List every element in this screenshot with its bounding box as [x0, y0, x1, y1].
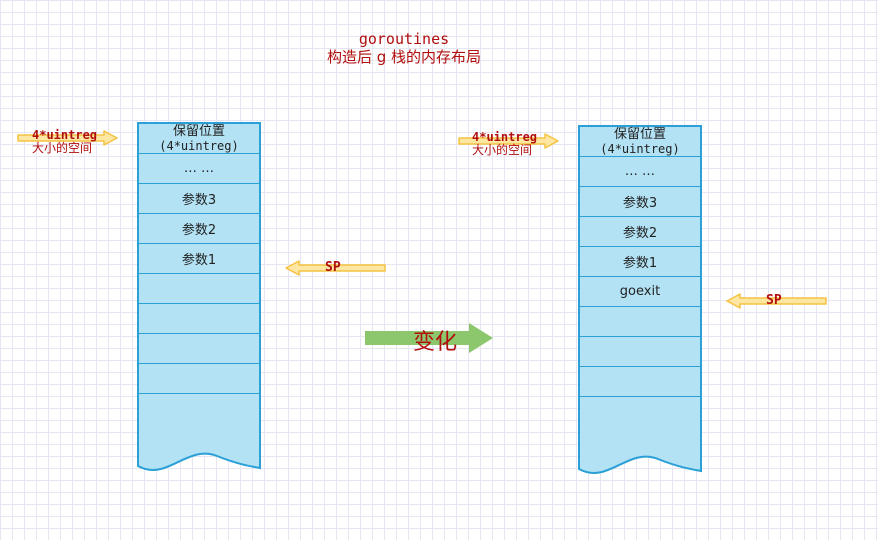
right-reserve-label: 4*uintreg 大小的空间	[472, 131, 537, 157]
diagram-title: goroutines 构造后 g 栈的内存布局	[0, 30, 808, 66]
left-stack-cell: 参数1	[139, 244, 259, 274]
left-stack: 保留位置 (4*uintreg) … … 参数3 参数2 参数1	[137, 122, 261, 471]
left-reserved-line1: 保留位置	[172, 123, 225, 139]
right-sp-label: SP	[766, 293, 782, 308]
right-reserve-label-line2: 大小的空间	[472, 143, 533, 157]
left-stack-cell	[139, 274, 259, 304]
left-reserve-label: 4*uintreg 大小的空间	[32, 129, 97, 155]
left-sp-label: SP	[325, 260, 341, 275]
title-line-2: 构造后 g 栈的内存布局	[326, 48, 482, 66]
right-stack-cell: 参数3	[580, 187, 700, 217]
right-stack-cell: goexit	[580, 277, 700, 307]
right-stack-cell	[580, 367, 700, 397]
left-stack-cell	[139, 334, 259, 364]
right-reserved-line2: (4*uintreg)	[600, 141, 680, 156]
left-reserve-label-line2: 大小的空间	[32, 141, 93, 155]
right-reserved-line1: 保留位置	[613, 126, 666, 142]
left-reserved-line2: (4*uintreg)	[159, 138, 239, 153]
left-stack-cell: 参数2	[139, 214, 259, 244]
right-stack: 保留位置 (4*uintreg) … … 参数3 参数2 参数1 goexit	[578, 125, 702, 474]
right-stack-cell: … …	[580, 157, 700, 187]
right-stack-cell	[580, 337, 700, 367]
right-stack-wavy-bottom	[578, 397, 702, 474]
left-stack-cell: 参数3	[139, 184, 259, 214]
left-stack-cell: … …	[139, 154, 259, 184]
right-stack-cell: 参数1	[580, 247, 700, 277]
left-stack-cell	[139, 364, 259, 394]
title-line-1: goroutines	[358, 30, 450, 48]
left-stack-wavy-bottom	[137, 394, 261, 471]
left-stack-cell	[139, 304, 259, 334]
right-stack-cell	[580, 307, 700, 337]
change-label: 变化	[413, 330, 458, 355]
right-reserved-cell: 保留位置 (4*uintreg)	[580, 127, 700, 157]
right-stack-cell: 参数2	[580, 217, 700, 247]
left-reserved-cell: 保留位置 (4*uintreg)	[139, 124, 259, 154]
